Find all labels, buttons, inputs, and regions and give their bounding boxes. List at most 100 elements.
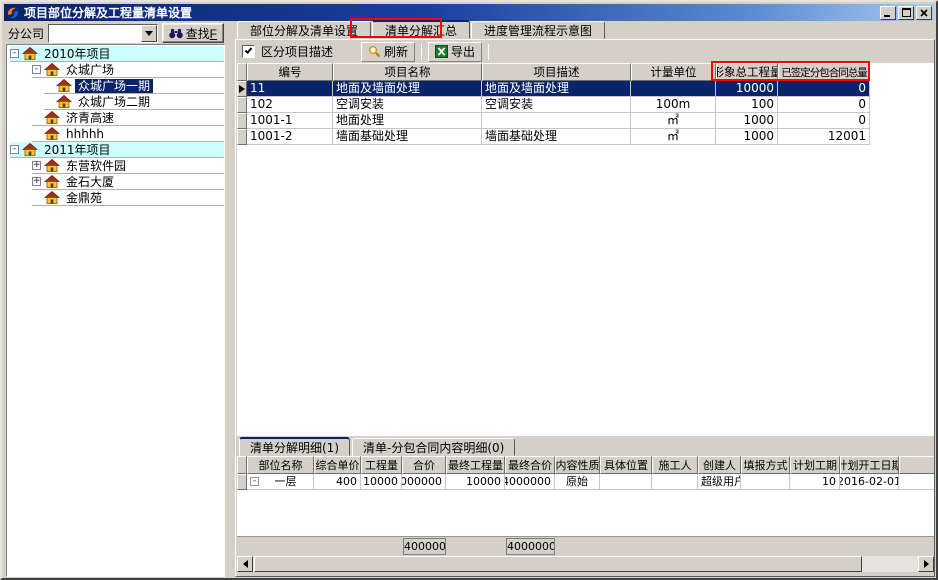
row-selector-cell[interactable]: [237, 81, 247, 97]
tab-0[interactable]: 部位分解及清单设置: [237, 21, 371, 39]
company-combobox[interactable]: [48, 24, 158, 43]
bottom-tab-1[interactable]: 清单-分包合同内容明细(0): [352, 438, 515, 456]
refresh-button[interactable]: 刷新: [361, 42, 415, 62]
combobox-dropdown-button[interactable]: [141, 25, 157, 42]
column-header[interactable]: 填报方式: [741, 456, 790, 474]
row-selector-cell[interactable]: [237, 474, 247, 490]
column-header[interactable]: 合价: [402, 456, 446, 474]
column-header[interactable]: 形象总工程量: [716, 63, 778, 81]
column-header[interactable]: 编号: [247, 63, 333, 81]
tree-expander-icon[interactable]: +: [32, 177, 41, 186]
close-button[interactable]: [916, 6, 932, 20]
search-button-shortcut: F: [210, 27, 217, 41]
maximize-button[interactable]: [898, 6, 914, 20]
main-tab-strip: 部位分解及清单设置清单分解汇总进度管理流程示意图: [237, 20, 931, 39]
column-header[interactable]: 项目名称: [333, 63, 482, 81]
summary-toolbar: 区分项目描述 刷新 导出: [236, 41, 934, 62]
current-row-arrow-icon: [239, 85, 245, 93]
house-icon: [56, 79, 72, 92]
table-cell: 0: [778, 113, 870, 129]
table-cell: ㎡: [631, 129, 716, 145]
tree-item[interactable]: 众城广场一期: [44, 78, 224, 94]
table-cell: 空调安装: [333, 97, 482, 113]
titlebar[interactable]: 项目部位分解及工程量清单设置: [4, 4, 934, 21]
table-cell: 102: [247, 97, 333, 113]
row-selector-cell[interactable]: [237, 113, 247, 129]
table-cell: 空调安装: [482, 97, 631, 113]
column-header[interactable]: 备: [899, 456, 934, 474]
scrollbar-thumb[interactable]: [254, 556, 862, 572]
tree-expander-icon[interactable]: +: [32, 161, 41, 170]
column-header[interactable]: 内容性质: [555, 456, 600, 474]
tree-item[interactable]: 众城广场二期: [44, 94, 224, 110]
minimize-button[interactable]: [880, 6, 896, 20]
tree-item[interactable]: + 东营软件园: [32, 158, 224, 174]
binoculars-icon: [169, 28, 183, 39]
tab-1[interactable]: 清单分解汇总: [372, 20, 470, 39]
tree-item-label: 济青高速: [63, 111, 117, 125]
grid-header-row: 部位名称综合单价工程量合价最终工程量最终合价内容性质具体位置施工人创建人填报方式…: [237, 456, 934, 474]
table-cell: 10000: [716, 81, 778, 97]
house-icon: [44, 159, 60, 172]
table-cell: 4000000: [505, 474, 555, 490]
search-button[interactable]: 查找F: [162, 23, 224, 43]
tree-item[interactable]: 金鼎苑: [32, 190, 224, 206]
table-row[interactable]: 1001-1地面处理㎡10000: [237, 113, 934, 129]
column-header[interactable]: 最终工程量: [446, 456, 505, 474]
tree-expander-icon[interactable]: -: [10, 145, 19, 154]
tree-item[interactable]: 济青高速: [32, 110, 224, 126]
search-button-label: 查找: [186, 27, 210, 41]
row-selector-cell[interactable]: [237, 129, 247, 145]
table-cell: 4000000: [402, 474, 446, 490]
tree-expander-icon[interactable]: -: [32, 65, 41, 74]
column-header[interactable]: 计划工期: [790, 456, 840, 474]
excel-export-icon: [435, 45, 448, 58]
house-icon: [44, 191, 60, 204]
tree-item-label: 2010年项目: [41, 47, 114, 61]
table-row[interactable]: 1001-2墙面基础处理墙面基础处理㎡100012001: [237, 129, 934, 145]
scroll-right-button[interactable]: [918, 556, 934, 572]
tab-2[interactable]: 进度管理流程示意图: [471, 21, 605, 39]
distinguish-description-checkbox[interactable]: [242, 45, 255, 58]
row-selector-cell[interactable]: [237, 97, 247, 113]
table-cell: 地面及墙面处理: [333, 81, 482, 97]
row-expander-icon[interactable]: -: [250, 477, 259, 486]
table-row[interactable]: 11地面及墙面处理地面及墙面处理100000: [237, 81, 934, 97]
column-header[interactable]: 创建人: [698, 456, 741, 474]
column-header[interactable]: 计划开工日期: [840, 456, 899, 474]
column-header[interactable]: 最终合价: [505, 456, 555, 474]
bottom-tab-0[interactable]: 清单分解明细(1): [239, 437, 350, 456]
table-cell: 墙面基础处理: [333, 129, 482, 145]
grid-header-row: 编号项目名称项目描述计量单位形象总工程量已签定分包合同总量: [237, 63, 934, 81]
column-header[interactable]: 工程量: [361, 456, 402, 474]
house-icon: [44, 63, 60, 76]
tree-expander-icon[interactable]: -: [10, 49, 19, 58]
table-cell: 1001-1: [247, 113, 333, 129]
magnifier-icon: [368, 45, 381, 58]
table-row[interactable]: -一层400100004000000100004000000原始超级用户1020…: [237, 474, 934, 490]
column-header[interactable]: 综合单价: [314, 456, 361, 474]
table-cell: 10000: [446, 474, 505, 490]
table-cell: 11: [247, 81, 333, 97]
tree-item[interactable]: - 众城广场: [32, 62, 224, 78]
column-header[interactable]: 施工人: [652, 456, 698, 474]
tree-item[interactable]: + 金石大厦: [32, 174, 224, 190]
company-combobox-value: [49, 25, 141, 42]
table-row[interactable]: 102空调安装空调安装100m1000: [237, 97, 934, 113]
tree-item[interactable]: - 2010年项目: [10, 46, 224, 62]
tree-item-label: 众城广场二期: [75, 95, 153, 109]
table-cell: 100: [716, 97, 778, 113]
column-header[interactable]: 部位名称: [247, 456, 314, 474]
table-cell: [741, 474, 790, 490]
horizontal-scrollbar[interactable]: [237, 556, 934, 572]
export-button[interactable]: 导出: [428, 42, 482, 62]
scroll-left-button[interactable]: [237, 556, 253, 572]
column-header[interactable]: 已签定分包合同总量: [778, 63, 870, 81]
column-header[interactable]: 项目描述: [482, 63, 631, 81]
tree-item[interactable]: hhhhh: [32, 126, 224, 142]
table-cell: 400: [314, 474, 361, 490]
toolbar-separator: [421, 44, 422, 60]
tree-item[interactable]: - 2011年项目: [10, 142, 224, 158]
column-header[interactable]: 具体位置: [600, 456, 652, 474]
column-header[interactable]: 计量单位: [631, 63, 716, 81]
